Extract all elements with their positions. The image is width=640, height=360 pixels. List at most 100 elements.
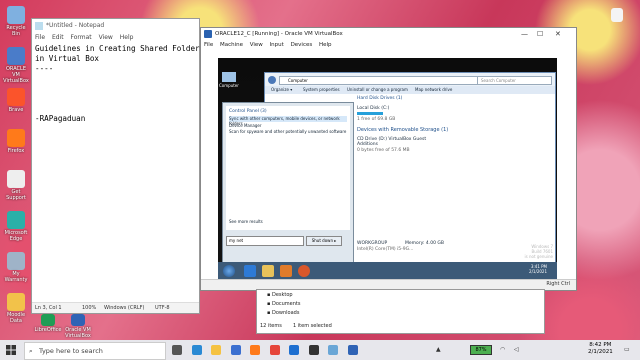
store-icon[interactable]	[230, 345, 241, 355]
processor-label: Intel(R) Core(TM) i5-9G...	[357, 247, 414, 252]
host-taskbar: ⌕ Type here to search ▲ 87% ◠ ◁ 8:42 PM …	[0, 340, 640, 360]
desktop-icon-label: ORACLE VM VirtualBox	[3, 66, 29, 84]
notepad-statusbar: Ln 3, Col 1 100% Windows (CRLF) UTF-8	[32, 302, 199, 313]
host-explorer-window[interactable]: ▪ Desktop ▪ Documents ▪ Downloads 12 ite…	[256, 289, 545, 334]
vb-menu-devices[interactable]: Devices	[291, 42, 313, 48]
system-properties-button[interactable]: System properties	[303, 86, 340, 94]
device-manager-result[interactable]: Device Manager	[229, 123, 261, 128]
desktop-icon-4[interactable]: Get Support	[2, 170, 30, 201]
downloads-folder-item[interactable]: ▪ Downloads	[267, 310, 299, 316]
desktop-icon-5[interactable]: Microsoft Edge	[2, 211, 30, 242]
back-icon[interactable]	[268, 76, 276, 84]
desktop-icon-1[interactable]: ORACLE VM VirtualBox	[2, 47, 30, 84]
explorer-address-bar[interactable]: Computer	[279, 76, 479, 85]
virtualbox-icon[interactable]	[347, 345, 358, 355]
spyware-scan-result[interactable]: Scan for spyware and other potentially u…	[229, 129, 346, 134]
virtualbox-icon	[71, 314, 85, 326]
battery-indicator[interactable]: 87%	[470, 345, 492, 355]
search-icon: ⌕	[29, 347, 33, 355]
hdd-header: Hard Disk Drives (1)	[357, 96, 403, 101]
network-icon[interactable]: ▲	[436, 346, 441, 353]
start-search-input[interactable]: my net	[226, 236, 304, 246]
chrome-icon[interactable]	[269, 345, 280, 355]
maximize-icon[interactable]: ☐	[537, 28, 543, 40]
disk-usage-bar	[357, 112, 383, 115]
guest-firefox-icon[interactable]	[298, 265, 310, 277]
menu-view[interactable]: View	[99, 34, 113, 41]
explorer-search-box[interactable]: Search Computer	[477, 76, 552, 85]
vb-menu-input[interactable]: Input	[270, 42, 284, 48]
menu-edit[interactable]: Edit	[52, 34, 64, 41]
wifi-icon[interactable]: ◠	[500, 346, 505, 353]
virtualbox-window[interactable]: ORACLE12_C [Running] - Oracle VM Virtual…	[200, 27, 577, 291]
guest-media-icon[interactable]	[280, 265, 292, 277]
vb-menu-view[interactable]: View	[250, 42, 263, 48]
guest-explorer-icon[interactable]	[262, 265, 274, 277]
file-desktop-icon[interactable]	[603, 8, 631, 22]
volume-icon[interactable]: ◁	[514, 346, 519, 353]
desktop-icon-label: My Warranty	[4, 271, 28, 283]
notepad-titlebar[interactable]: *Untitled - Notepad	[32, 19, 199, 33]
selection-count: 1 item selected	[293, 323, 332, 329]
guest-start-orb-icon[interactable]	[223, 265, 235, 277]
edge-icon[interactable]	[191, 345, 202, 355]
notifications-icon[interactable]: ▭	[624, 346, 630, 353]
uninstall-program-button[interactable]: Uninstall or change a program	[347, 86, 408, 94]
guest-ie-icon[interactable]	[244, 265, 256, 277]
notepad-icon[interactable]	[328, 345, 338, 355]
notepad-title: *Untitled - Notepad	[46, 22, 105, 29]
vb-menu-file[interactable]: File	[204, 42, 213, 48]
desktop-app-icon	[7, 47, 25, 65]
menu-file[interactable]: File	[35, 34, 45, 41]
virtualbox-titlebar[interactable]: ORACLE12_C [Running] - Oracle VM Virtual…	[201, 28, 576, 40]
guest-start-menu[interactable]: Control Panel (3) Sync with other comput…	[222, 102, 354, 264]
guest-taskbar: 3:41 PM 2/1/2021	[218, 262, 557, 280]
desktop: Recycle Bin ORACLE VM VirtualBox Brave Fire…	[0, 0, 640, 340]
cd-drive-free: 0 bytes free of 57.6 MB	[357, 148, 410, 153]
local-disk-label[interactable]: Local Disk (C:)	[357, 106, 389, 111]
guest-desktop: Computer Computer Search Computer Organi…	[218, 58, 557, 264]
map-network-drive-button[interactable]: Map network drive	[415, 86, 452, 94]
desktop-icon-2[interactable]: Brave	[2, 88, 30, 113]
desktop-folder-item[interactable]: ▪ Desktop	[267, 292, 293, 298]
zoom-level: 100%	[82, 305, 97, 311]
mail-icon[interactable]	[289, 345, 299, 355]
desktop-icon-3[interactable]: Firefox	[2, 129, 30, 154]
camera-icon[interactable]	[308, 345, 319, 355]
desktop-icon-label: Get Support	[6, 189, 26, 201]
desktop-app-icon	[7, 6, 25, 24]
libreoffice-icon	[41, 314, 55, 326]
notepad-text-area[interactable]: Guidelines in Creating Shared Folder in …	[32, 42, 200, 295]
vb-menu-help[interactable]: Help	[319, 42, 332, 48]
minimize-icon[interactable]: —	[521, 28, 528, 40]
menu-format[interactable]: Format	[71, 34, 92, 41]
organize-button[interactable]: Organize ▾	[271, 86, 292, 94]
windows-start-icon[interactable]	[6, 345, 16, 355]
virtualbox-icon	[204, 30, 212, 38]
vb-menu-machine[interactable]: Machine	[220, 42, 243, 48]
taskbar-clock[interactable]: 8:42 PM 2/1/2021	[588, 342, 613, 356]
desktop-app-icon	[7, 252, 25, 270]
desktop-icon-0[interactable]: Recycle Bin	[2, 6, 30, 37]
documents-folder-item[interactable]: ▪ Documents	[267, 301, 301, 307]
local-disk-free: 1 free of 69.8 GB	[357, 117, 396, 122]
sync-result[interactable]: Sync with other computers, mobile device…	[229, 116, 347, 126]
libreoffice-desktop-icon[interactable]: LibreOffice	[34, 314, 62, 333]
desktop-icon-6[interactable]: My Warranty	[2, 252, 30, 283]
cd-drive-label[interactable]: CD Drive (D:) VirtualBox Guest Additions	[357, 137, 427, 147]
task-view-icon[interactable]	[172, 345, 182, 355]
see-more-results-link[interactable]: See more results	[229, 219, 263, 224]
taskbar-search-box[interactable]: ⌕ Type here to search	[24, 342, 166, 360]
firefox-icon[interactable]	[250, 345, 260, 355]
shutdown-button[interactable]: Shut down ▸	[306, 236, 342, 246]
virtualbox-desktop-icon-2[interactable]: Oracle VM VirtualBox	[64, 314, 92, 339]
close-icon[interactable]: ✕	[555, 28, 561, 40]
encoding: UTF-8	[155, 305, 170, 311]
guest-computer-icon[interactable]	[222, 72, 236, 82]
vm-display[interactable]: Computer Computer Search Computer Organi…	[218, 58, 557, 280]
menu-help[interactable]: Help	[120, 34, 134, 41]
file-explorer-icon[interactable]	[211, 345, 221, 355]
notepad-window[interactable]: *Untitled - Notepad File Edit Format Vie…	[31, 18, 200, 314]
desktop-icon-7[interactable]: Moodle Data	[2, 293, 30, 324]
desktop-app-icon	[7, 129, 25, 147]
